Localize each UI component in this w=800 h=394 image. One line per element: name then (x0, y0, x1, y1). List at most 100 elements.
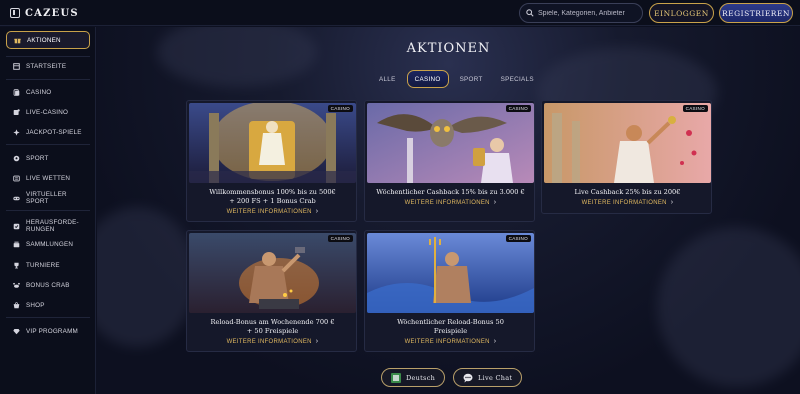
background-cloud (157, 27, 317, 87)
sidebar-item-label: JACKPOT-SPIELE (26, 128, 82, 136)
category-badge: CASINO (505, 105, 531, 112)
sidebar-toggle-icon[interactable] (10, 8, 20, 18)
trophy-icon (14, 262, 19, 268)
virtual-sport-icon (13, 196, 20, 200)
promo-card-welcome[interactable]: CASINO Willkommensbonus 100% bis zu 500€… (186, 100, 357, 222)
promo-title-line1: Reload-Bonus am Wochenende 700 € (210, 318, 335, 326)
jackpot-icon (13, 128, 20, 136)
sidebar-item-label: SAMMLUNGEN (26, 240, 74, 248)
logo-text: CAZEUS (25, 7, 79, 19)
sidebar-item-label-block: HERAUSFORDE- RUNGEN (26, 219, 79, 233)
live-chat-label: Live Chat (478, 373, 513, 382)
sidebar-item-label: HERAUSFORDE- (26, 219, 79, 226)
language-flag-icon (391, 372, 401, 383)
search-box[interactable] (519, 3, 643, 23)
category-badge: CASINO (682, 105, 708, 112)
chevron-right-icon: › (493, 199, 497, 206)
promo-title-line1: Willkommensbonus 100% bis zu 500€ (209, 188, 336, 196)
category-badge: CASINO (327, 105, 353, 112)
tab-alle[interactable]: ALLE (372, 70, 403, 88)
more-info-label: WEITERE INFORMATIONEN (226, 209, 312, 215)
promo-image-zeus-throne: CASINO (189, 103, 356, 183)
sidebar-item-label: LIVE WETTEN (26, 174, 71, 182)
promo-title-line1: Live Cashback 25% bis zu 200€ (574, 188, 681, 196)
logo[interactable]: CAZEUS (10, 6, 79, 20)
chat-icon (463, 373, 473, 382)
promo-title: Live Cashback 25% bis zu 200€ (546, 188, 709, 197)
sidebar-divider (6, 210, 90, 211)
sidebar-item-live-wetten[interactable]: LIVE WETTEN (6, 169, 90, 187)
promo-card-weekend-reload[interactable]: CASINO Reload-Bonus am Wochenende 700 € … (186, 230, 357, 352)
sidebar-item-startseite[interactable]: STARTSEITE (6, 57, 90, 75)
more-info-link[interactable]: WEITERE INFORMATIONEN › (187, 338, 356, 345)
more-info-label: WEITERE INFORMATIONEN (404, 200, 490, 206)
sidebar-item-turniere[interactable]: TURNIERE (6, 256, 90, 274)
sidebar-item-label: SHOP (26, 301, 45, 309)
shop-icon (13, 301, 20, 308)
promo-title-line2: + 50 Freispiele (246, 327, 299, 335)
promo-image-poseidon: CASINO (367, 233, 534, 313)
sidebar-item-label: CASINO (26, 88, 52, 96)
promo-card-weekly-reload[interactable]: CASINO Wöchentlicher Reload-Bonus 50 Fre… (364, 230, 535, 352)
sidebar-item-herausforderungen[interactable]: HERAUSFORDE- RUNGEN (6, 215, 90, 237)
sidebar-item-vip-programm[interactable]: VIP PROGRAMM (6, 322, 90, 340)
sidebar-item-jackpot[interactable]: JACKPOT-SPIELE (6, 123, 90, 141)
sidebar-item-casino[interactable]: CASINO (6, 83, 90, 101)
promo-title: Willkommensbonus 100% bis zu 500€ + 200 … (191, 188, 354, 206)
sidebar-item-aktionen[interactable]: AKTIONEN (6, 31, 90, 49)
top-header: CAZEUS EINLOGGEN REGISTRIEREN (0, 0, 800, 26)
language-label: Deutsch (406, 373, 436, 382)
sidebar-item-virtueller-sport[interactable]: VIRTUELLER SPORT (6, 189, 90, 207)
diamond-icon (13, 328, 20, 334)
promo-title-line1: Wöchentlicher Reload-Bonus 50 (397, 318, 504, 326)
promo-title-line1: Wöchentlicher Cashback 15% bis zu 3.000 … (376, 188, 525, 196)
sidebar-item-shop[interactable]: SHOP (6, 296, 90, 314)
sidebar-item-bonus-crab[interactable]: BONUS CRAB (6, 276, 90, 294)
search-icon (526, 9, 534, 17)
sidebar-item-sport[interactable]: SPORT (6, 149, 90, 167)
tab-casino[interactable]: CASINO (406, 70, 449, 88)
promo-card-weekly-cashback[interactable]: CASINO Wöchentlicher Cashback 15% bis zu… (364, 100, 535, 222)
sidebar-item-label: BONUS CRAB (26, 281, 70, 289)
category-badge: CASINO (327, 235, 353, 242)
login-button[interactable]: EINLOGGEN (649, 3, 714, 23)
promo-title: Reload-Bonus am Wochenende 700 € + 50 Fr… (191, 318, 354, 336)
promo-title: Wöchentlicher Reload-Bonus 50 Freispiele (369, 318, 532, 336)
sidebar-divider (6, 144, 90, 145)
register-button[interactable]: REGISTRIEREN (719, 3, 793, 23)
live-casino-icon (13, 108, 20, 115)
background-cloud (97, 207, 197, 347)
sidebar-item-label: STARTSEITE (26, 62, 67, 70)
more-info-label: WEITERE INFORMATIONEN (404, 339, 490, 345)
more-info-link[interactable]: WEITERE INFORMATIONEN › (365, 199, 534, 206)
promo-card-live-cashback[interactable]: CASINO Live Cashback 25% bis zu 200€ WEI… (541, 100, 712, 214)
sidebar-item-label: AKTIONEN (27, 36, 61, 44)
more-info-link[interactable]: WEITERE INFORMATIONEN › (365, 338, 534, 345)
cards-icon (13, 88, 20, 96)
home-icon (13, 62, 20, 70)
sidebar-item-live-casino[interactable]: LIVE-CASINO (6, 103, 90, 121)
more-info-link[interactable]: WEITERE INFORMATIONEN › (187, 208, 356, 215)
chevron-right-icon: › (315, 338, 319, 345)
more-info-link[interactable]: WEITERE INFORMATIONEN › (542, 199, 711, 206)
sidebar-item-label: SPORT (26, 154, 49, 162)
sidebar: AKTIONEN STARTSEITE CASINO LIVE-CASINO J… (0, 27, 96, 394)
sidebar-item-label: VIP PROGRAMM (26, 327, 78, 335)
live-chat-button[interactable]: Live Chat (453, 368, 523, 387)
sidebar-item-sammlungen[interactable]: SAMMLUNGEN (6, 235, 90, 253)
page-title: AKTIONEN (406, 41, 491, 56)
sidebar-divider (6, 317, 90, 318)
language-button[interactable]: Deutsch (381, 368, 446, 387)
background-cloud (657, 227, 800, 387)
search-input[interactable] (538, 9, 638, 17)
sidebar-item-label: VIRTUELLER SPORT (26, 191, 67, 205)
promo-title-line2: Freispiele (433, 327, 468, 335)
sidebar-item-label: TURNIERE (26, 261, 60, 269)
tab-sport[interactable]: SPORT (453, 70, 490, 88)
live-bet-icon (13, 175, 20, 181)
sidebar-item-label-line2: RUNGEN (26, 226, 55, 233)
promo-title: Wöchentlicher Cashback 15% bis zu 3.000 … (369, 188, 532, 197)
crab-icon (13, 282, 20, 288)
tab-specials[interactable]: SPECIALS (494, 70, 541, 88)
sidebar-divider (6, 79, 90, 80)
